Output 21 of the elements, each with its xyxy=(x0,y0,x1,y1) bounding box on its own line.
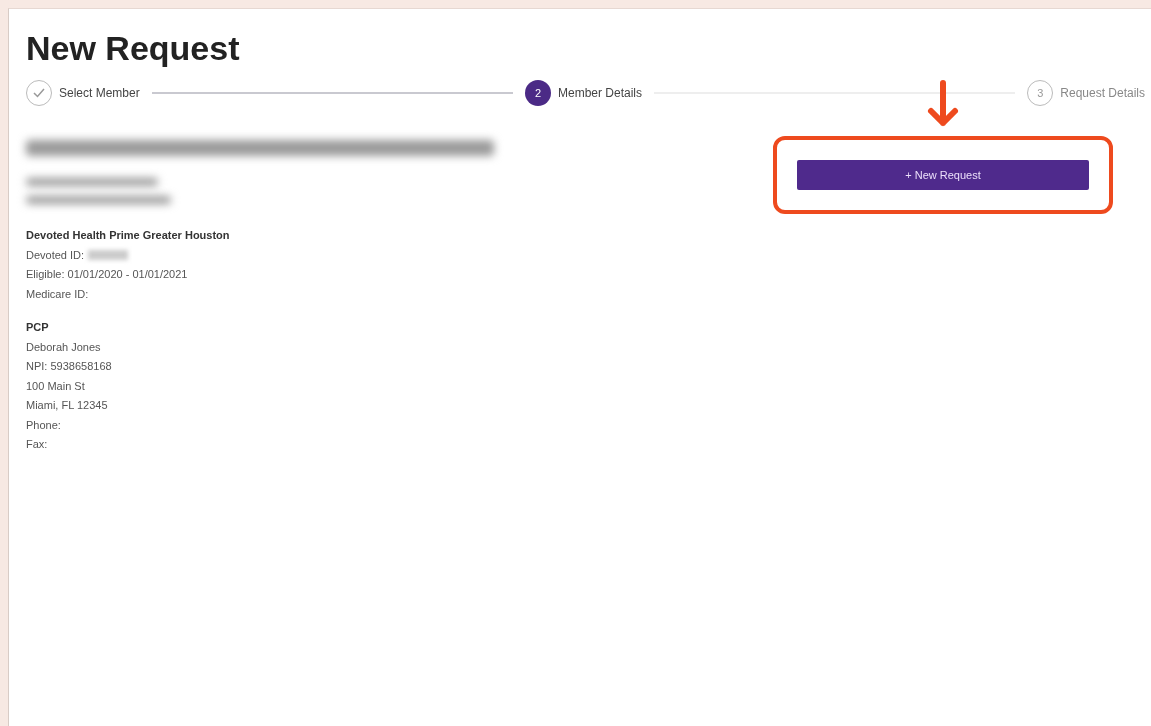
pcp-detail: Phone: xyxy=(26,417,62,433)
step-label: Select Member xyxy=(59,86,140,100)
pcp-heading: PCP xyxy=(26,320,50,335)
step-label: Request Details xyxy=(1060,86,1145,100)
pcp-detail: 100 Main St xyxy=(26,378,86,394)
member-detail: Medicare ID: xyxy=(26,286,89,302)
step-indicator: 2 xyxy=(525,80,551,106)
pcp-detail: NPI: 5938658168 xyxy=(26,359,113,374)
member-detail: Eligible: 01/01/2020 - 01/01/2021 xyxy=(26,267,188,282)
step-label: Member Details xyxy=(558,86,642,100)
member-detail: Devoted ID: xyxy=(26,247,85,263)
plan-name: Devoted Health Prime Greater Houston xyxy=(26,228,231,243)
pcp-detail: Deborah Jones xyxy=(26,339,102,355)
new-request-button[interactable]: + New Request xyxy=(797,160,1089,190)
arrow-down-icon xyxy=(926,80,960,128)
step-indicator: 3 xyxy=(1027,80,1054,106)
page-title: New Request xyxy=(26,29,241,68)
pcp-detail: Fax: xyxy=(26,437,49,452)
blurred-text xyxy=(88,250,129,261)
check-icon xyxy=(33,88,45,98)
pcp-detail: Miami, FL 12345 xyxy=(26,398,109,413)
